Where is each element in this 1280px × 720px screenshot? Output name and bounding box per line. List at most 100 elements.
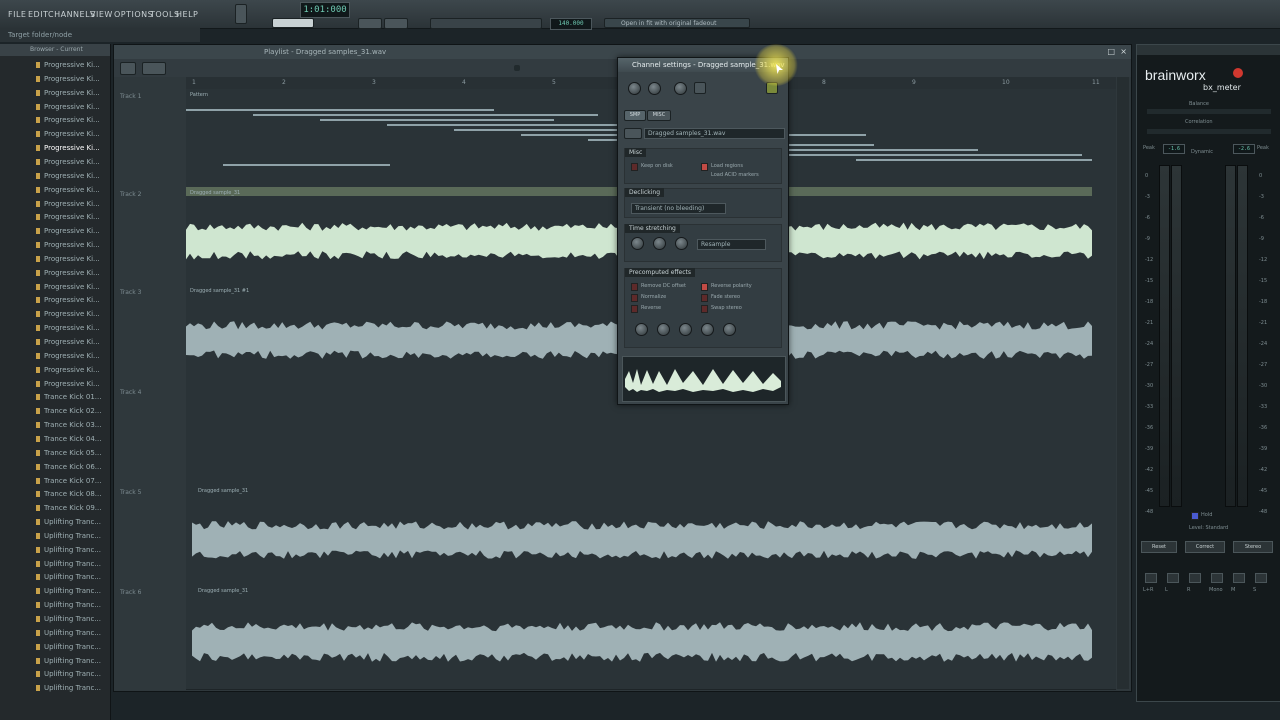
browser-item[interactable]: Progressive Ki... — [0, 307, 110, 321]
stretch-pitch-knob[interactable] — [631, 237, 644, 250]
channel-settings-window[interactable]: Channel settings - Dragged sample_31.wav… — [617, 57, 789, 405]
browser-item[interactable]: Progressive Ki... — [0, 280, 110, 294]
stereo-button[interactable]: Stereo — [1233, 541, 1273, 553]
monitor-mode-button[interactable] — [1167, 573, 1179, 583]
trim-knob[interactable] — [679, 323, 692, 336]
track-header[interactable]: Track 1 — [120, 93, 182, 100]
fade-out-knob[interactable] — [657, 323, 670, 336]
browser-item[interactable]: Trance Kick 01... — [0, 390, 110, 404]
sample-preview[interactable] — [622, 356, 786, 402]
record-button[interactable] — [358, 18, 382, 29]
browser-item[interactable]: Progressive Ki... — [0, 58, 110, 72]
fx4-checkbox[interactable] — [701, 283, 708, 291]
playlist-maximize-icon[interactable]: □ — [1107, 45, 1115, 59]
browser-item[interactable]: Progressive Ki... — [0, 266, 110, 280]
vertical-scrollbar[interactable] — [1117, 77, 1129, 689]
correct-button[interactable]: Correct — [1185, 541, 1225, 553]
browser-item[interactable]: Trance Kick 02... — [0, 404, 110, 418]
draw-tool-icon[interactable] — [142, 62, 166, 75]
monitor-mode-button[interactable] — [1189, 573, 1201, 583]
menu-help[interactable]: HELP — [176, 10, 198, 19]
browser-item[interactable]: Trance Kick 09... — [0, 501, 110, 515]
browser-item[interactable]: Uplifting Tranc... — [0, 543, 110, 557]
browser-item[interactable]: Progressive Ki... — [0, 86, 110, 100]
audio-clip-waveform[interactable] — [192, 597, 1092, 687]
fx1-checkbox[interactable] — [631, 283, 638, 291]
fx6-checkbox[interactable] — [701, 305, 708, 313]
menu-view[interactable]: VIEW — [90, 10, 113, 19]
browser-item[interactable]: Uplifting Tranc... — [0, 557, 110, 571]
declick-mode-select[interactable]: Transient (no bleeding) — [631, 203, 726, 214]
fx-channel-selector[interactable] — [694, 82, 706, 94]
track-header[interactable]: Track 3 — [120, 289, 182, 296]
browser-item[interactable]: Progressive Ki... — [0, 349, 110, 363]
browser-item[interactable]: Trance Kick 03... — [0, 418, 110, 432]
browser-item[interactable]: Progressive Ki... — [0, 210, 110, 224]
track-header[interactable]: Track 6 — [120, 589, 182, 596]
track-header[interactable]: Track 4 — [120, 389, 182, 396]
plugin-title-bar[interactable] — [1137, 45, 1280, 55]
tab-misc[interactable]: MISC — [647, 110, 671, 121]
browser-item[interactable]: Progressive Ki... — [0, 127, 110, 141]
menu-channels[interactable]: CHANNELS — [48, 10, 96, 19]
browser-item[interactable]: Uplifting Tranc... — [0, 681, 110, 695]
reset-button[interactable]: Reset — [1141, 541, 1177, 553]
browser-item[interactable]: Progressive Ki... — [0, 141, 110, 155]
browser-item[interactable]: Uplifting Tranc... — [0, 640, 110, 654]
browser-item[interactable]: Progressive Ki... — [0, 293, 110, 307]
browser-item[interactable]: Progressive Ki... — [0, 72, 110, 86]
browser-item[interactable]: Uplifting Tranc... — [0, 654, 110, 668]
crossfade-knob[interactable] — [701, 323, 714, 336]
browser-item[interactable]: Progressive Ki... — [0, 155, 110, 169]
browser-item[interactable]: Uplifting Tranc... — [0, 626, 110, 640]
pattern-song-toggle[interactable] — [384, 18, 408, 29]
monitor-mode-button[interactable] — [1145, 573, 1157, 583]
monitor-mode-button[interactable] — [1233, 573, 1245, 583]
track-lane[interactable]: Dragged sample_31 — [186, 585, 1116, 690]
horizontal-scroll-handle[interactable] — [514, 65, 520, 71]
keep-on-disk-checkbox[interactable] — [631, 163, 638, 171]
browser-item[interactable]: Trance Kick 04... — [0, 432, 110, 446]
sample-amp-knob[interactable] — [723, 323, 736, 336]
stretch-mul-knob[interactable] — [653, 237, 666, 250]
stretch-time-knob[interactable] — [675, 237, 688, 250]
browser-item[interactable]: Uplifting Tranc... — [0, 598, 110, 612]
monitor-mode-button[interactable] — [1211, 573, 1223, 583]
playlist-menu-icon[interactable] — [120, 62, 136, 75]
browser-item[interactable]: Uplifting Tranc... — [0, 515, 110, 529]
playlist-close-icon[interactable]: × — [1120, 45, 1127, 59]
pitch-knob[interactable] — [674, 82, 687, 95]
browser-item[interactable]: Progressive Ki... — [0, 363, 110, 377]
browser-item[interactable]: Progressive Ki... — [0, 377, 110, 391]
browser-item[interactable]: Progressive Ki... — [0, 113, 110, 127]
browser-item[interactable]: Trance Kick 08... — [0, 487, 110, 501]
browser-item[interactable]: Progressive Ki... — [0, 169, 110, 183]
track-header[interactable]: Track 2 — [120, 191, 182, 198]
panning-knob[interactable] — [648, 82, 661, 95]
browser-item[interactable]: Uplifting Tranc... — [0, 529, 110, 543]
fx3-checkbox[interactable] — [631, 305, 638, 313]
browser-item[interactable]: Progressive Ki... — [0, 224, 110, 238]
tempo-display[interactable]: 140.000 — [550, 18, 592, 30]
fade-in-knob[interactable] — [635, 323, 648, 336]
browser-item[interactable]: Uplifting Tranc... — [0, 570, 110, 584]
hold-checkbox[interactable] — [1191, 512, 1199, 520]
browser-item[interactable]: Progressive Ki... — [0, 100, 110, 114]
menu-options[interactable]: OPTIONS — [114, 10, 153, 19]
browser-item[interactable]: Progressive Ki... — [0, 197, 110, 211]
fx5-checkbox[interactable] — [701, 294, 708, 302]
browser-item[interactable]: Progressive Ki... — [0, 252, 110, 266]
track-header[interactable]: Track 5 — [120, 489, 182, 496]
browser-item[interactable]: Trance Kick 07... — [0, 474, 110, 488]
browser-item[interactable]: Trance Kick 06... — [0, 460, 110, 474]
audio-clip-waveform[interactable] — [192, 497, 1092, 583]
volume-knob[interactable] — [628, 82, 641, 95]
tab-smp[interactable]: SMP — [624, 110, 646, 121]
browser-item[interactable]: Uplifting Tranc... — [0, 612, 110, 626]
stretch-mode-select[interactable]: Resample — [697, 239, 766, 250]
browser-item[interactable]: Progressive Ki... — [0, 335, 110, 349]
monitor-mode-button[interactable] — [1255, 573, 1267, 583]
browser-item[interactable]: Uplifting Tranc... — [0, 667, 110, 681]
browser-item[interactable]: Progressive Ki... — [0, 238, 110, 252]
sample-browse-icon[interactable] — [624, 128, 642, 139]
